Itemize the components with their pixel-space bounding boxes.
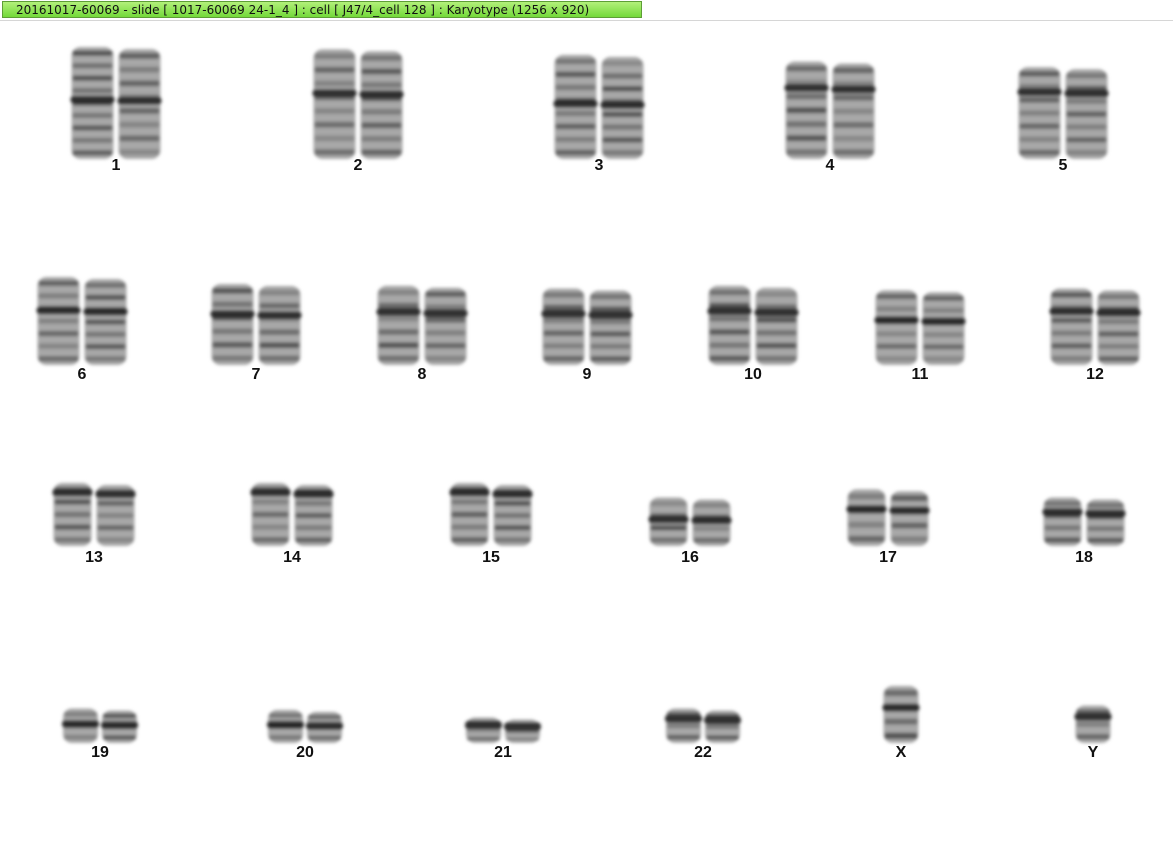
chromosome-label-17: 17 [879, 549, 897, 566]
chromosome-label-22: 22 [694, 744, 712, 761]
chromosome-11[interactable] [874, 290, 966, 365]
chromosome-label-11: 11 [912, 366, 929, 383]
chromosome-y[interactable] [1074, 705, 1112, 743]
chromosome-8[interactable] [376, 285, 468, 365]
chromosome-2[interactable] [312, 49, 404, 159]
chromosome-18[interactable] [1042, 497, 1126, 546]
chromosome-label-16: 16 [681, 549, 699, 566]
chromosome-label-12: 12 [1086, 366, 1104, 383]
window-title-bar[interactable]: 20161017-60069 - slide [ 1017-60069 24-1… [0, 0, 1173, 21]
chromosome-label-4: 4 [826, 157, 835, 174]
chromosome-label-21: 21 [494, 744, 512, 761]
chromosome-6[interactable] [36, 277, 128, 365]
chromosome-label-19: 19 [91, 744, 109, 761]
chromosome-label-20: 20 [296, 744, 314, 761]
chromosome-label-2: 2 [354, 157, 363, 174]
chromosome-14[interactable] [250, 483, 334, 546]
chromosome-label-3: 3 [595, 157, 604, 174]
chromosome-22[interactable] [665, 708, 741, 743]
karyotype-canvas: 1 2 3 4 56 7 8 9 10 11 1213 14 15 16 17 1819 20 21 22 X Y [36, 47, 1141, 761]
chromosome-16[interactable] [648, 497, 732, 546]
chromosome-12[interactable] [1049, 288, 1141, 365]
chromosome-label-18: 18 [1075, 549, 1093, 566]
chromosome-x[interactable] [882, 685, 920, 743]
chromosome-label-9: 9 [583, 366, 592, 383]
chromosome-7[interactable] [210, 284, 302, 365]
chromosome-5[interactable] [1017, 67, 1109, 159]
chromosome-label-7: 7 [252, 366, 261, 383]
chromosome-label-10: 10 [744, 366, 762, 383]
chromosome-label-1: 1 [112, 157, 121, 174]
chromosome-9[interactable] [541, 288, 633, 365]
title-tab[interactable]: 20161017-60069 - slide [ 1017-60069 24-1… [2, 1, 642, 18]
chromosome-label-13: 13 [85, 549, 103, 566]
chromosome-label-5: 5 [1059, 157, 1068, 174]
chromosome-label-15: 15 [482, 549, 500, 566]
chromosome-3[interactable] [553, 54, 645, 160]
chromosome-label-x: X [896, 744, 907, 761]
chromosome-13[interactable] [52, 483, 136, 546]
chromosome-21[interactable] [465, 717, 541, 743]
chromosome-19[interactable] [62, 708, 138, 743]
chromosome-20[interactable] [267, 709, 343, 743]
chromosome-label-8: 8 [418, 366, 427, 383]
chromosome-label-y: Y [1088, 744, 1099, 761]
chromosome-4[interactable] [784, 61, 876, 160]
chromosome-17[interactable] [846, 489, 930, 546]
window-title: 20161017-60069 - slide [ 1017-60069 24-1… [16, 3, 590, 17]
chromosome-10[interactable] [707, 285, 799, 365]
chromosome-label-6: 6 [78, 366, 87, 383]
chromosome-label-14: 14 [283, 549, 301, 566]
chromosome-1[interactable] [70, 47, 162, 159]
chromosome-15[interactable] [449, 483, 533, 546]
